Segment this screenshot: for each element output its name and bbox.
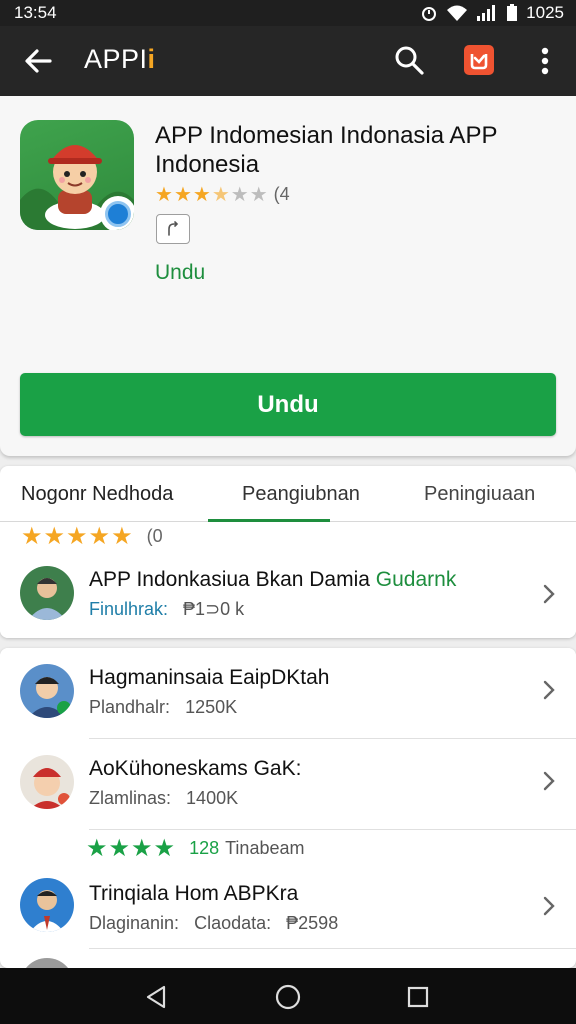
navigation-bar [0, 968, 576, 1024]
verified-badge-icon [100, 196, 134, 230]
rating-stars: ★ ★ ★ ★ ★ ★ [155, 185, 268, 205]
app-rating: ★ ★ ★ ★ ★ ★ (4 [155, 184, 290, 205]
list-item-subtitle: Dlaginanin: Claodata: ₱2598 [89, 913, 338, 934]
list-item-subtitle: Zlamlinas: 1400K [89, 788, 238, 809]
rating-count: (4 [273, 184, 290, 204]
list-rating: ★ ★ ★ ★ 128 Tinabeam [86, 834, 305, 862]
star-half-icon: ★ [211, 183, 230, 206]
star-icon: ★ [155, 183, 173, 206]
app-icon [20, 120, 134, 230]
signal-icon [477, 5, 496, 21]
star-icon: ★ [21, 522, 43, 550]
star-icon: ★ [111, 522, 133, 550]
avatar [20, 958, 74, 968]
install-button[interactable]: Undu [20, 373, 556, 436]
list-item-sub-value: ₱1⊃0 k [183, 599, 245, 619]
app-bar-title-text: APPI [84, 44, 148, 74]
star-icon: ★ [66, 522, 88, 550]
star-icon: ★ [173, 183, 192, 206]
more-vert-icon[interactable] [530, 43, 560, 79]
app-bar-title-accent: i [147, 44, 156, 74]
avatar [20, 755, 74, 809]
gift-icon[interactable] [464, 45, 494, 75]
download-link[interactable]: Undu [155, 261, 205, 285]
list-item[interactable]: Hagmaninsaia EaipDKtah Plandhalr: 1250K [0, 648, 576, 738]
list-item[interactable]: APP Indonkasiua Bkan Damia Gudarnk Finul… [0, 558, 576, 638]
list-rating-text: Tinabeam [225, 838, 305, 858]
app-list-card: Hagmaninsaia EaipDKtah Plandhalr: 1250K … [0, 648, 576, 968]
list-item[interactable]: Trinqiala Hom ABPKra Dlaginanin: Claodat… [0, 870, 576, 948]
star-empty-icon: ★ [230, 183, 249, 206]
chevron-right-icon [543, 584, 555, 604]
review-rating: ★ ★ ★ ★ ★ (0 [21, 522, 163, 550]
battery-level: 1025 [526, 3, 564, 22]
app-bar: APPIi [0, 26, 576, 96]
list-item-title-text: APP Indonkasiua Bkan Damia [89, 568, 376, 591]
share-button[interactable] [156, 214, 190, 244]
tab-reviews[interactable]: Peangiubnan [242, 483, 360, 506]
back-arrow-icon[interactable] [20, 43, 56, 79]
star-icon: ★ [108, 834, 131, 862]
share-icon [168, 221, 179, 236]
star-icon: ★ [131, 834, 153, 862]
divider [89, 948, 576, 949]
tabs-card: Nogonr Nedhoda Peangiubnan Peningiuaan ★… [0, 466, 576, 638]
list-item-sub-value: ₱2598 [286, 913, 339, 933]
list-item-sub-label: Zlamlinas: [89, 788, 172, 808]
list-item-title-accent: Gudarnk [375, 568, 457, 591]
list-item-subtitle: Plandhalr: 1250K [89, 697, 237, 718]
tab-overview[interactable]: Nogonr Nedhoda [21, 483, 173, 506]
app-bar-title: APPIi [84, 44, 156, 75]
list-item-title: Trinqiala Hom ABPKra [89, 882, 299, 905]
battery-icon [507, 4, 518, 21]
star-icon: ★ [192, 183, 211, 206]
list-item-subtitle: Finulhrak: ₱1⊃0 k [89, 599, 244, 620]
list-rating-stars: ★ ★ ★ ★ [86, 834, 176, 862]
list-item-sub-label: Dlaginanin: [89, 913, 180, 933]
avatar [20, 878, 74, 932]
app-header-card: APP Indomesian Indonasia APP Indonesia ★… [0, 96, 576, 456]
app-name: APP Indomesian Indonasia APP Indonesia [155, 122, 498, 178]
chevron-right-icon [543, 680, 555, 700]
nav-back-icon[interactable] [142, 983, 170, 1011]
star-empty-icon: ★ [249, 183, 268, 206]
star-icon: ★ [88, 522, 111, 550]
list-item-sub-label: Plandhalr: [89, 697, 171, 717]
search-icon[interactable] [392, 43, 426, 77]
review-rating-count: (0 [146, 526, 163, 546]
list-item-title: AoKühoneskams GaK: [89, 757, 302, 780]
tab-details[interactable]: Peningiuaan [424, 483, 535, 506]
status-bar: 13:54 1025 [0, 0, 576, 26]
wifi-icon [447, 5, 468, 21]
chevron-right-icon [543, 771, 555, 791]
status-time: 13:54 [14, 3, 57, 22]
list-item-title: Hagmaninsaia EaipDKtah [89, 666, 330, 689]
nav-home-icon[interactable] [274, 983, 302, 1011]
list-item-sub-value: 1250K [185, 697, 238, 717]
avatar [20, 664, 74, 718]
divider [89, 829, 576, 830]
nav-recents-icon[interactable] [404, 983, 432, 1011]
list-item-sub-label-2: Claodata: [194, 913, 272, 933]
list-item-sub-label: Finulhrak: [89, 599, 169, 619]
star-icon: ★ [43, 522, 66, 550]
list-item-title: APP Indonkasiua Bkan Damia Gudarnk [89, 568, 456, 592]
star-icon: ★ [153, 834, 176, 862]
tab-bar: Nogonr Nedhoda Peangiubnan Peningiuaan [0, 466, 576, 522]
avatar [20, 566, 74, 620]
list-rating-count: 128 [189, 838, 220, 858]
status-icons: 1025 [420, 3, 564, 23]
alarm-icon [422, 7, 437, 21]
chevron-right-icon [543, 896, 555, 916]
tab-indicator [208, 519, 330, 522]
list-item[interactable]: AoKühoneskams GaK: Zlamlinas: 1400K [0, 739, 576, 829]
list-item-sub-value: 1400K [186, 788, 239, 808]
review-stars: ★ ★ ★ ★ ★ [21, 522, 133, 550]
star-icon: ★ [86, 834, 108, 862]
